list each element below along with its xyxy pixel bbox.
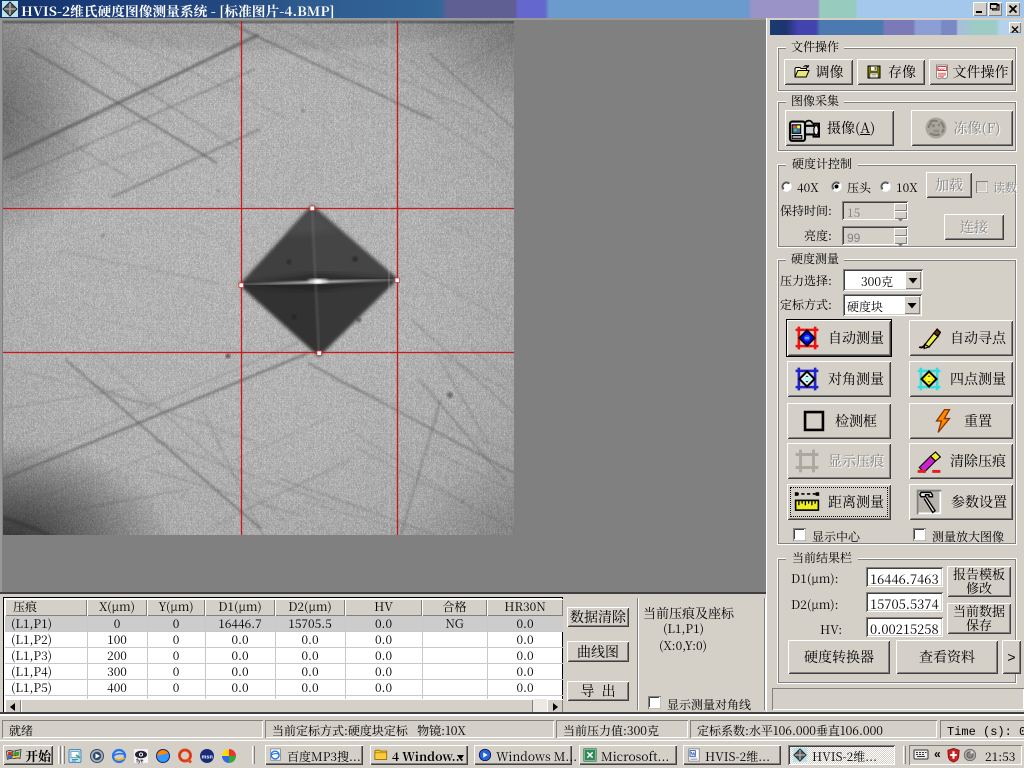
svg-text:DOC: DOC: [938, 67, 946, 71]
svg-text:fye: fye: [136, 759, 143, 765]
svg-text:W: W: [691, 751, 697, 757]
svg-text:msn: msn: [202, 755, 214, 761]
